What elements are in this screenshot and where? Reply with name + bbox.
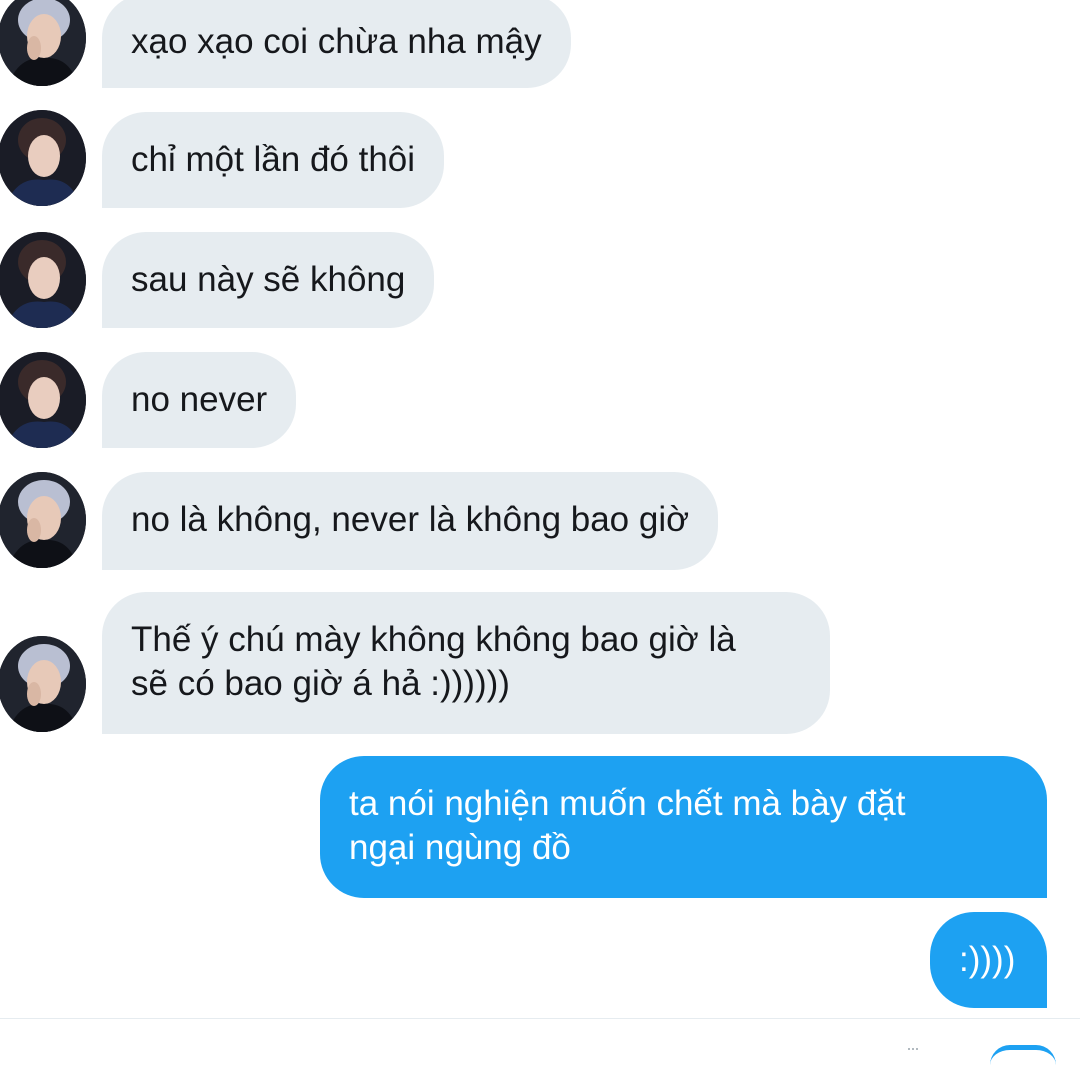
avatar-dark-hair[interactable] xyxy=(0,232,86,328)
message-text-line: ngại ngùng đồ xyxy=(349,828,571,867)
avatar-silver-hair[interactable] xyxy=(0,0,86,86)
person-photo-icon xyxy=(0,110,86,206)
message-bubble[interactable]: Thế ý chú mày không không bao giờ là sẽ … xyxy=(102,592,830,734)
person-photo-icon xyxy=(0,352,86,448)
avatar-silver-hair[interactable] xyxy=(0,472,86,568)
message-bubble[interactable]: sau này sẽ không xyxy=(102,232,435,328)
message-bubble[interactable]: no là không, never là không bao giờ xyxy=(102,472,719,570)
message-text: sau này sẽ không xyxy=(131,260,406,299)
message-text: no never xyxy=(131,380,268,419)
more-dots-icon[interactable] xyxy=(908,1047,918,1051)
message-bubble[interactable]: xạo xạo coi chừa nha mậy xyxy=(102,0,571,88)
person-photo-icon xyxy=(0,636,86,732)
message-bubble[interactable]: no never xyxy=(102,352,297,448)
message-bubble[interactable]: :)))) xyxy=(930,912,1047,1008)
message-composer[interactable] xyxy=(0,1019,1080,1051)
avatar-silver-hair[interactable] xyxy=(0,636,86,732)
message-text-line: ta nói nghiện muốn chết mà bày đặt xyxy=(349,784,906,823)
message-text-line: sẽ có bao giờ á hả :)))))) xyxy=(131,664,510,703)
avatar-dark-hair[interactable] xyxy=(0,352,86,448)
conversation-thread: xạo xạo coi chừa nha mậy chỉ một lần đó … xyxy=(0,0,1080,1020)
message-text: :)))) xyxy=(959,940,1016,979)
message-text-line: Thế ý chú mày không không bao giờ là xyxy=(131,620,736,659)
send-button-icon[interactable] xyxy=(990,1045,1056,1065)
person-photo-icon xyxy=(0,232,86,328)
message-text: no là không, never là không bao giờ xyxy=(131,500,690,539)
message-bubble[interactable]: chỉ một lần đó thôi xyxy=(102,112,445,208)
message-bubble[interactable]: ta nói nghiện muốn chết mà bày đặt ngại … xyxy=(320,756,1047,898)
avatar-dark-hair[interactable] xyxy=(0,110,86,206)
person-photo-icon xyxy=(0,472,86,568)
message-text: xạo xạo coi chừa nha mậy xyxy=(131,22,542,61)
person-photo-icon xyxy=(0,0,86,86)
message-text: chỉ một lần đó thôi xyxy=(131,140,416,179)
